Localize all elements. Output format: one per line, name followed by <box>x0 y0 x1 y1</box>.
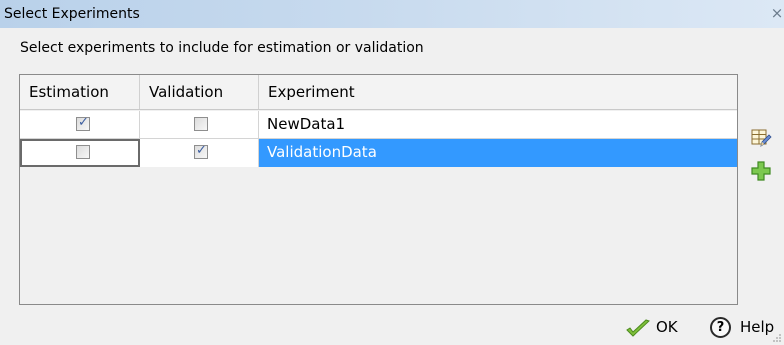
ok-check-icon <box>626 319 650 337</box>
validation-checkbox[interactable] <box>194 117 208 131</box>
ok-button[interactable]: OK <box>625 317 687 339</box>
help-icon: ? <box>710 317 731 338</box>
window-title: Select Experiments <box>4 6 140 22</box>
table-header: Estimation Validation Experiment <box>20 75 737 110</box>
estimation-checkbox[interactable] <box>76 145 90 159</box>
edit-experiment-button[interactable] <box>750 127 772 149</box>
validation-checkbox[interactable]: ✓ <box>194 143 208 159</box>
table-row[interactable]: ✓ ValidationData <box>20 139 737 167</box>
help-button[interactable]: ? Help <box>710 317 780 339</box>
close-icon[interactable]: × <box>770 4 784 22</box>
validation-cell[interactable] <box>140 111 259 139</box>
edit-table-icon <box>751 129 772 147</box>
experiment-name: ValidationData <box>267 143 377 161</box>
help-label: Help <box>740 318 775 336</box>
column-header-experiment[interactable]: Experiment <box>259 75 737 109</box>
estimation-cell[interactable]: ✓ <box>20 111 140 139</box>
experiment-name: NewData1 <box>267 115 346 133</box>
resize-grip-icon[interactable] <box>772 333 782 343</box>
instruction-text: Select experiments to include for estima… <box>20 40 424 56</box>
table-row[interactable]: ✓ NewData1 <box>20 111 737 139</box>
add-experiment-button[interactable] <box>750 160 772 182</box>
column-header-validation[interactable]: Validation <box>140 75 259 109</box>
experiment-cell[interactable]: ValidationData <box>259 139 737 167</box>
title-bar[interactable]: Select Experiments × <box>0 0 784 28</box>
add-plus-icon <box>751 161 771 181</box>
checkmark-icon: ✓ <box>196 143 207 158</box>
estimation-cell[interactable] <box>20 139 140 167</box>
validation-cell[interactable]: ✓ <box>140 139 259 167</box>
ok-label: OK <box>656 318 678 336</box>
experiment-cell[interactable]: NewData1 <box>259 111 737 139</box>
checkmark-icon: ✓ <box>78 115 89 130</box>
column-header-estimation[interactable]: Estimation <box>20 75 140 109</box>
estimation-checkbox[interactable]: ✓ <box>76 115 90 131</box>
experiments-table: Estimation Validation Experiment ✓ NewDa… <box>19 74 738 305</box>
